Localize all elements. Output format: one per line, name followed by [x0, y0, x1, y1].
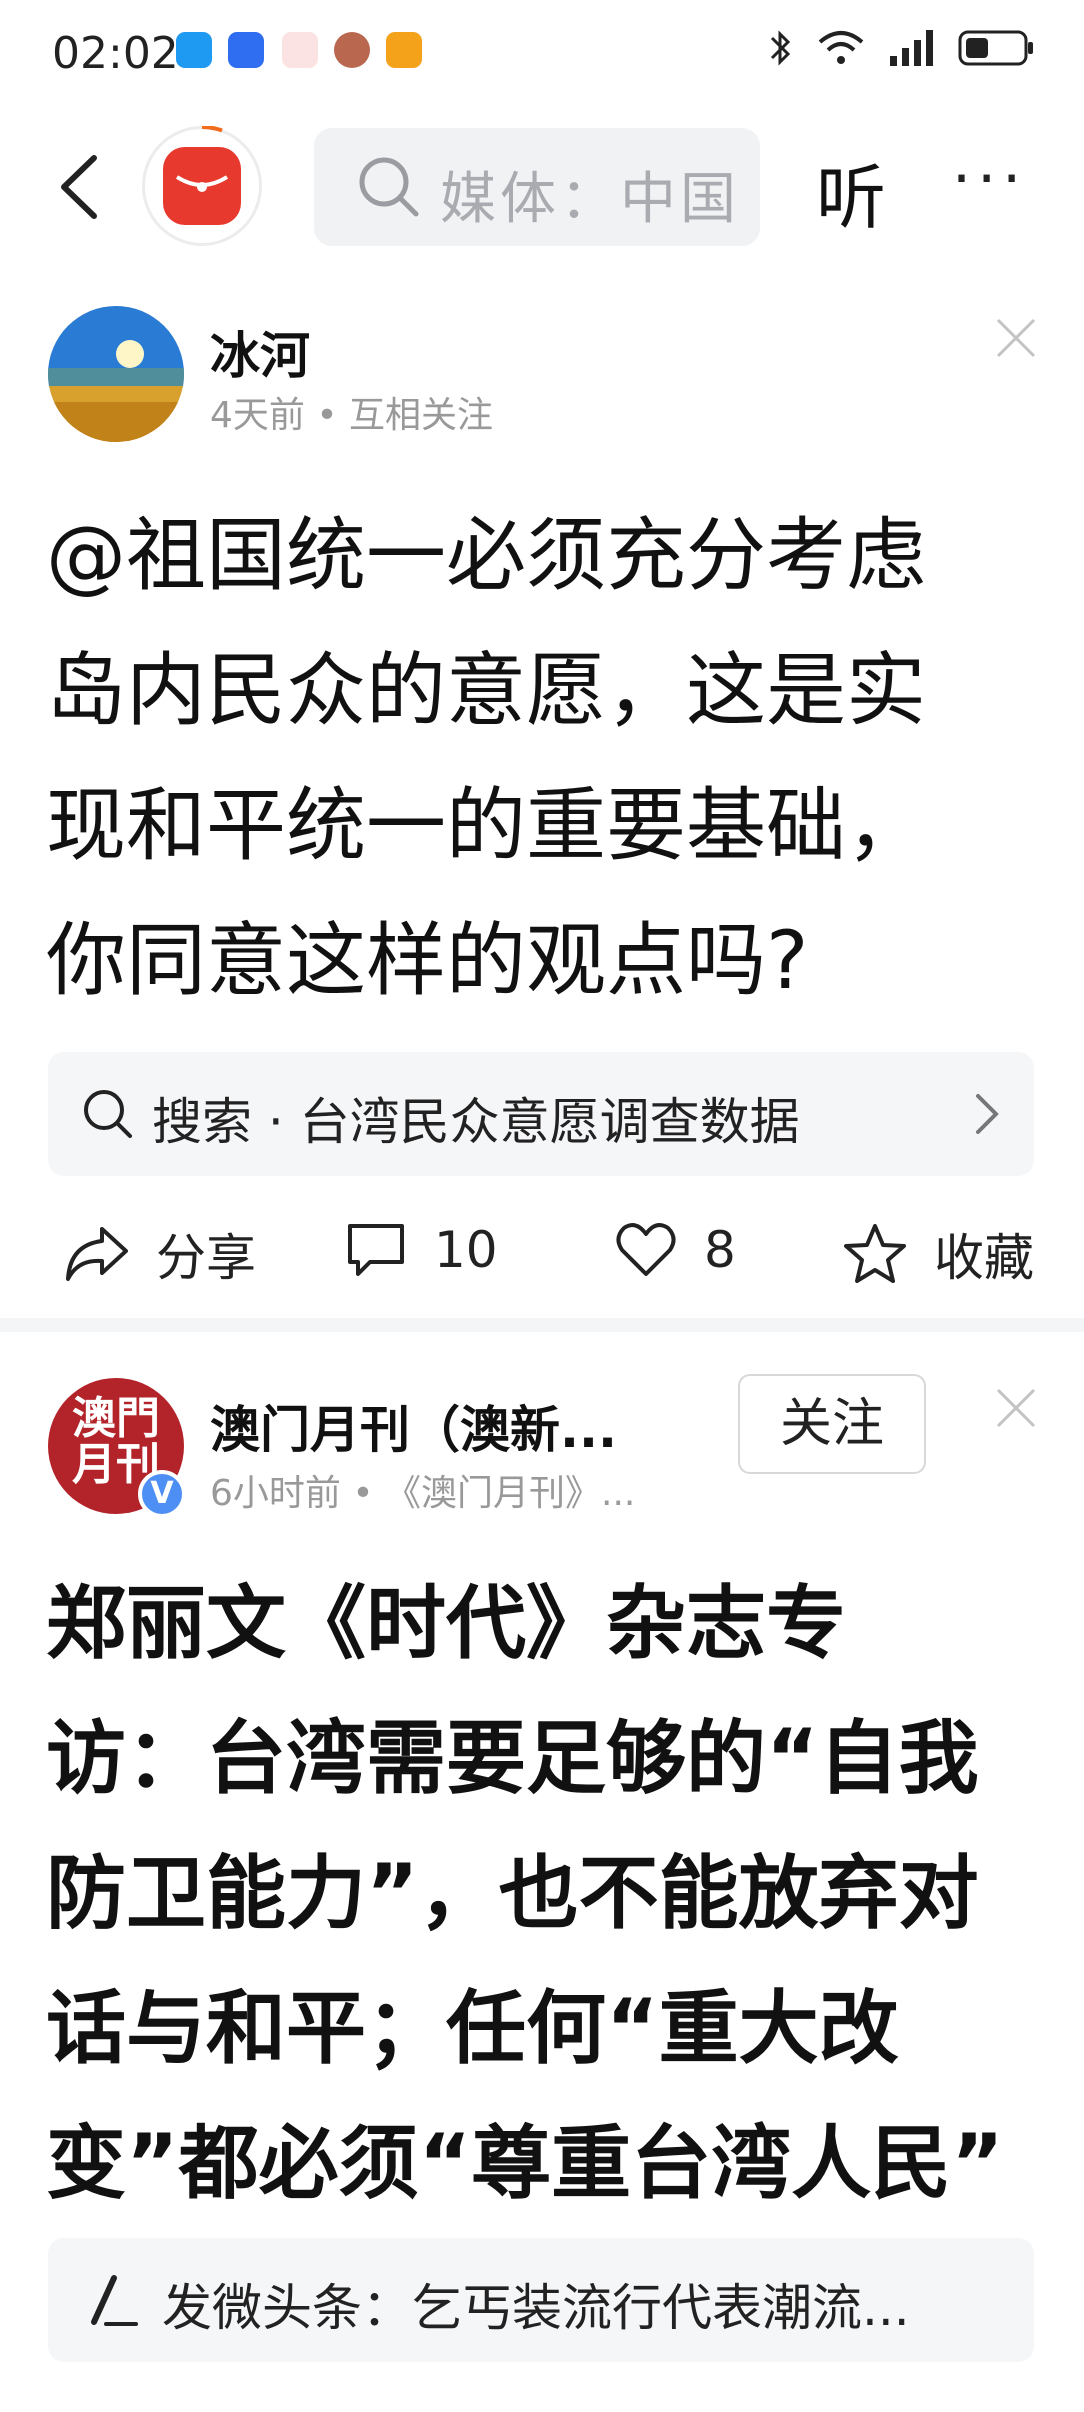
likes-count: 8	[704, 1221, 736, 1279]
pen-icon	[91, 2275, 138, 2326]
headline-line: 访：台湾需要足够的“自我	[46, 1712, 979, 1805]
headline-line: 现和平统一的重要基础，	[46, 779, 926, 872]
status-bar: 02:02	[0, 0, 1084, 110]
chevron-right-icon	[976, 1094, 999, 1134]
comment-icon	[348, 1224, 404, 1276]
search-placeholder: 媒体：中国	[440, 167, 740, 232]
battery-icon	[958, 30, 1033, 66]
wifi-icon	[818, 31, 864, 64]
red-envelope-icon	[163, 147, 241, 225]
favorite-label: 收藏	[934, 1229, 1034, 1287]
author-name[interactable]: 冰河	[210, 316, 310, 388]
post-actions: 分享 10 8 收藏	[0, 1200, 1084, 1310]
verified-badge-icon: V	[138, 1470, 186, 1518]
search-suggestion-card[interactable]: 搜索 · 台湾民众意愿调查数据	[48, 1052, 1034, 1176]
red-box-icon	[282, 32, 318, 68]
headline-line: 你同意这样的观点吗?	[46, 914, 809, 1007]
chat-bubble-icon	[176, 32, 212, 68]
signal-icon	[890, 30, 933, 66]
post-microtoutiao-card[interactable]: 发微头条：乞丐装流行代表潮流...	[48, 2238, 1034, 2362]
related-tip-text: 发微头条：乞丐装流行代表潮流...	[162, 2279, 910, 2337]
headline-line: 变”都必须“尊重台湾人民”	[46, 2117, 1004, 2210]
headline-line: 岛内民众的意愿，这是实	[46, 644, 926, 737]
heart-icon	[616, 1223, 676, 1276]
share-label: 分享	[156, 1229, 256, 1287]
post-headline[interactable]: @祖国统一必须充分考虑 岛内民众的意愿，这是实 现和平统一的重要基础， 你同意这…	[46, 488, 1046, 1028]
back-arrow-icon[interactable]	[52, 152, 112, 222]
more-menu-button[interactable]: ···	[952, 144, 1027, 214]
share-button[interactable]: 分享	[64, 1218, 256, 1290]
star-icon	[844, 1224, 906, 1283]
post-meta: 6小时前 • 《澳门月刊》...	[210, 1473, 636, 1514]
avatar[interactable]: 澳門月刊 V	[48, 1378, 186, 1518]
search-suggestion-text: 搜索 · 台湾民众意愿调查数据	[152, 1093, 800, 1151]
headline-line: @祖国统一必须充分考虑	[46, 509, 926, 602]
close-icon[interactable]	[994, 1386, 1038, 1430]
feed-divider	[0, 1318, 1084, 1332]
avatar[interactable]	[48, 306, 184, 442]
close-icon[interactable]	[994, 316, 1038, 360]
headline-line: 防卫能力”，也不能放弃对	[46, 1847, 979, 1940]
video-play-icon	[386, 32, 422, 68]
landscape-avatar-icon	[48, 306, 184, 442]
bluetooth-icon	[770, 30, 791, 66]
search-icon	[359, 157, 419, 217]
comment-button[interactable]: 10	[344, 1218, 498, 1282]
headline-line: 话与和平；任何“重大改	[46, 1982, 899, 2075]
bulb-icon	[228, 32, 264, 68]
author-name[interactable]: 澳门月刊（澳新...	[210, 1390, 617, 1462]
search-input[interactable]: 媒体：中国	[314, 128, 760, 246]
top-toolbar: 媒体：中国 听 ···	[0, 118, 1084, 258]
headline-line: 郑丽文《时代》杂志专	[46, 1577, 846, 1670]
avatar-app-icon	[334, 32, 370, 68]
app-shortcut-button[interactable]	[142, 126, 262, 246]
like-button[interactable]: 8	[614, 1218, 736, 1282]
comments-count: 10	[434, 1221, 498, 1279]
status-time: 02:02	[52, 28, 179, 79]
search-icon	[84, 1090, 132, 1138]
post-meta: 4天前 • 互相关注	[210, 395, 494, 436]
post-headline[interactable]: 郑丽文《时代》杂志专 访：台湾需要足够的“自我 防卫能力”，也不能放弃对 话与和…	[46, 1556, 1046, 2231]
follow-button[interactable]: 关注	[738, 1374, 926, 1474]
favorite-button[interactable]: 收藏	[842, 1218, 1034, 1290]
share-icon	[66, 1227, 128, 1281]
listen-button[interactable]: 听	[816, 142, 886, 243]
